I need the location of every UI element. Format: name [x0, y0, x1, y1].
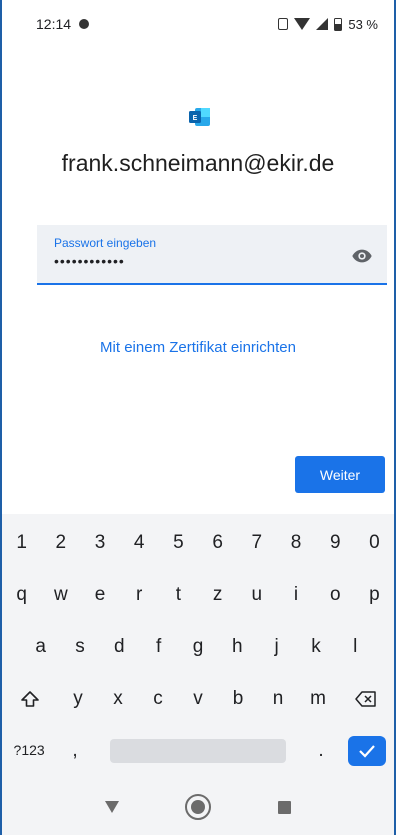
battery-icon — [334, 17, 343, 31]
key[interactable]: k — [296, 624, 335, 669]
shift-icon — [21, 691, 39, 707]
key[interactable]: q — [2, 572, 41, 617]
nav-recents-icon[interactable] — [277, 800, 291, 814]
keyboard-number-row: 1 2 3 4 5 6 7 8 9 0 — [2, 520, 394, 565]
key[interactable]: 6 — [198, 520, 237, 565]
comma-key[interactable]: , — [56, 728, 94, 773]
key[interactable]: 3 — [80, 520, 119, 565]
account-email: frank.schneimann@ekir.de — [61, 150, 335, 176]
checkmark-icon — [359, 744, 375, 758]
key[interactable]: i — [276, 572, 315, 617]
key[interactable]: u — [237, 572, 276, 617]
key[interactable]: 9 — [316, 520, 355, 565]
key[interactable]: a — [21, 624, 60, 669]
notification-icon — [79, 19, 90, 29]
key[interactable]: c — [138, 676, 178, 721]
key[interactable]: 2 — [41, 520, 80, 565]
space-key[interactable] — [94, 728, 303, 773]
shift-key[interactable] — [2, 676, 58, 721]
key[interactable]: d — [100, 624, 139, 669]
enter-key[interactable] — [340, 728, 394, 773]
key[interactable]: 0 — [355, 520, 394, 565]
key[interactable]: o — [316, 572, 355, 617]
space-bar[interactable] — [110, 738, 286, 763]
key[interactable]: f — [139, 624, 178, 669]
key[interactable]: h — [218, 624, 257, 669]
key[interactable]: 7 — [237, 520, 276, 565]
nav-back-icon[interactable] — [105, 801, 120, 813]
key[interactable]: 8 — [276, 520, 315, 565]
keyboard-middle-letter-row: a s d f g h j k l — [2, 624, 394, 669]
signal-icon — [316, 18, 329, 30]
key[interactable]: g — [178, 624, 217, 669]
key[interactable]: 1 — [2, 520, 41, 565]
status-time: 12:14 — [36, 16, 72, 32]
password-label: Passwort eingeben — [54, 236, 157, 250]
period-key[interactable]: . — [302, 728, 340, 773]
key[interactable]: v — [178, 676, 218, 721]
show-password-eye-icon[interactable] — [351, 245, 373, 267]
nav-home-inner-dot — [191, 800, 206, 814]
vibrate-icon — [278, 18, 289, 30]
key[interactable]: m — [298, 676, 338, 721]
key[interactable]: t — [159, 572, 198, 617]
keyboard-bottom-letter-row: y x c v b n m — [2, 676, 394, 721]
key[interactable]: z — [198, 572, 237, 617]
nav-home-icon[interactable] — [185, 794, 212, 820]
next-button[interactable]: Weiter — [295, 456, 385, 493]
key[interactable]: e — [80, 572, 119, 617]
backspace-icon — [355, 691, 376, 707]
battery-percent: 53 % — [348, 16, 378, 32]
keyboard-top-letter-row: q w e r t z u i o p — [2, 572, 394, 617]
key[interactable]: w — [41, 572, 80, 617]
wifi-icon — [294, 18, 311, 30]
key[interactable]: b — [218, 676, 258, 721]
key[interactable]: r — [120, 572, 159, 617]
system-navigation-bar — [2, 779, 394, 835]
key[interactable]: y — [58, 676, 98, 721]
on-screen-keyboard: 1 2 3 4 5 6 7 8 9 0 q w e r t z u i o p … — [2, 514, 394, 779]
key[interactable]: j — [257, 624, 296, 669]
svg-text:E: E — [193, 115, 198, 122]
enter-button[interactable] — [347, 735, 386, 766]
keyboard-function-row: ?123 , . — [2, 728, 394, 773]
password-input-value[interactable]: •••••••••••• — [54, 253, 125, 269]
key[interactable]: 4 — [120, 520, 159, 565]
key[interactable]: 5 — [159, 520, 198, 565]
certificate-setup-link[interactable]: Mit einem Zertifikat einrichten — [0, 339, 396, 356]
password-field[interactable]: Passwort eingeben •••••••••••• — [37, 225, 387, 285]
symbols-key[interactable]: ?123 — [2, 728, 56, 773]
backspace-key[interactable] — [338, 676, 394, 721]
key[interactable]: x — [98, 676, 138, 721]
key[interactable]: p — [355, 572, 394, 617]
status-bar: 12:14 53 % — [0, 0, 396, 48]
exchange-logo-icon: E — [189, 108, 210, 126]
key[interactable]: l — [336, 624, 375, 669]
key[interactable]: s — [60, 624, 99, 669]
key[interactable]: n — [258, 676, 298, 721]
